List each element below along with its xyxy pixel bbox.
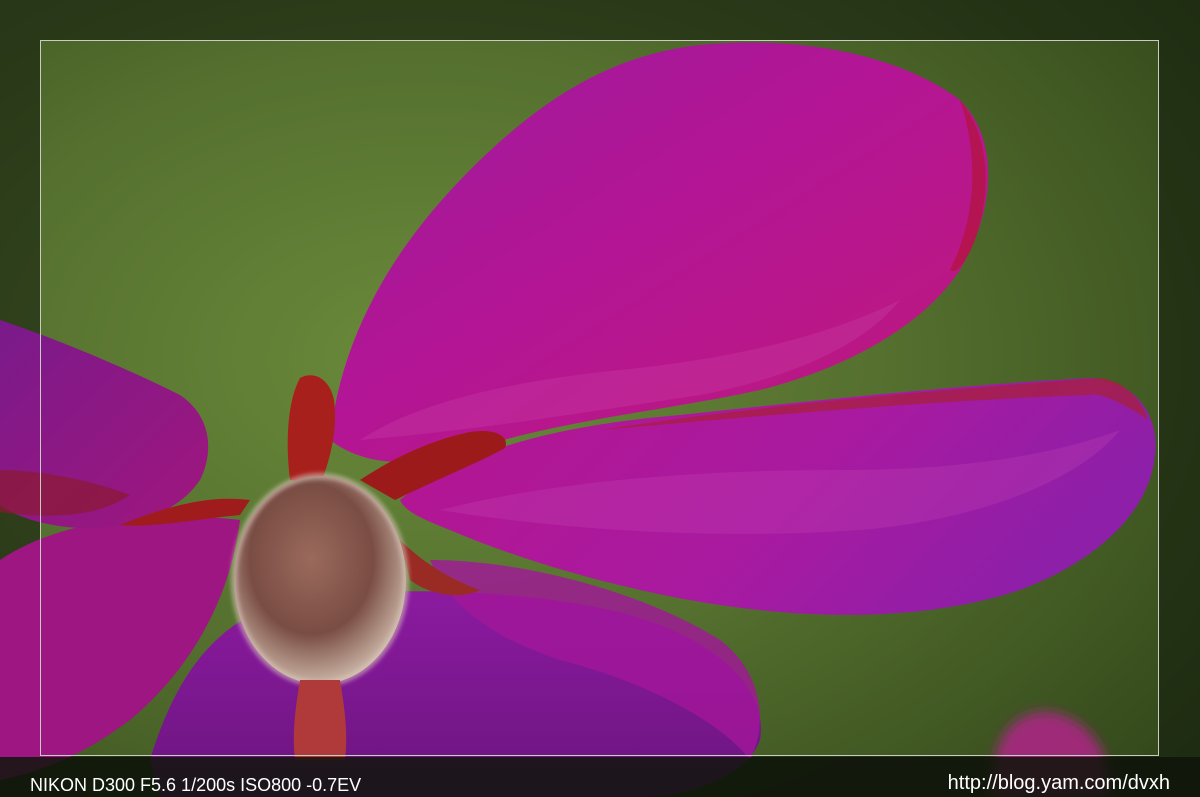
blog-url-caption: http://blog.yam.com/dvxh	[947, 772, 1170, 794]
flower-photo	[0, 0, 1200, 797]
photo-page: NIKON D300 F5.6 1/200s ISO800 -0.7EV htt…	[0, 0, 1200, 797]
bud-stem	[293, 680, 347, 760]
camera-info-caption: NIKON D300 F5.6 1/200s ISO800 -0.7EV	[30, 775, 362, 795]
